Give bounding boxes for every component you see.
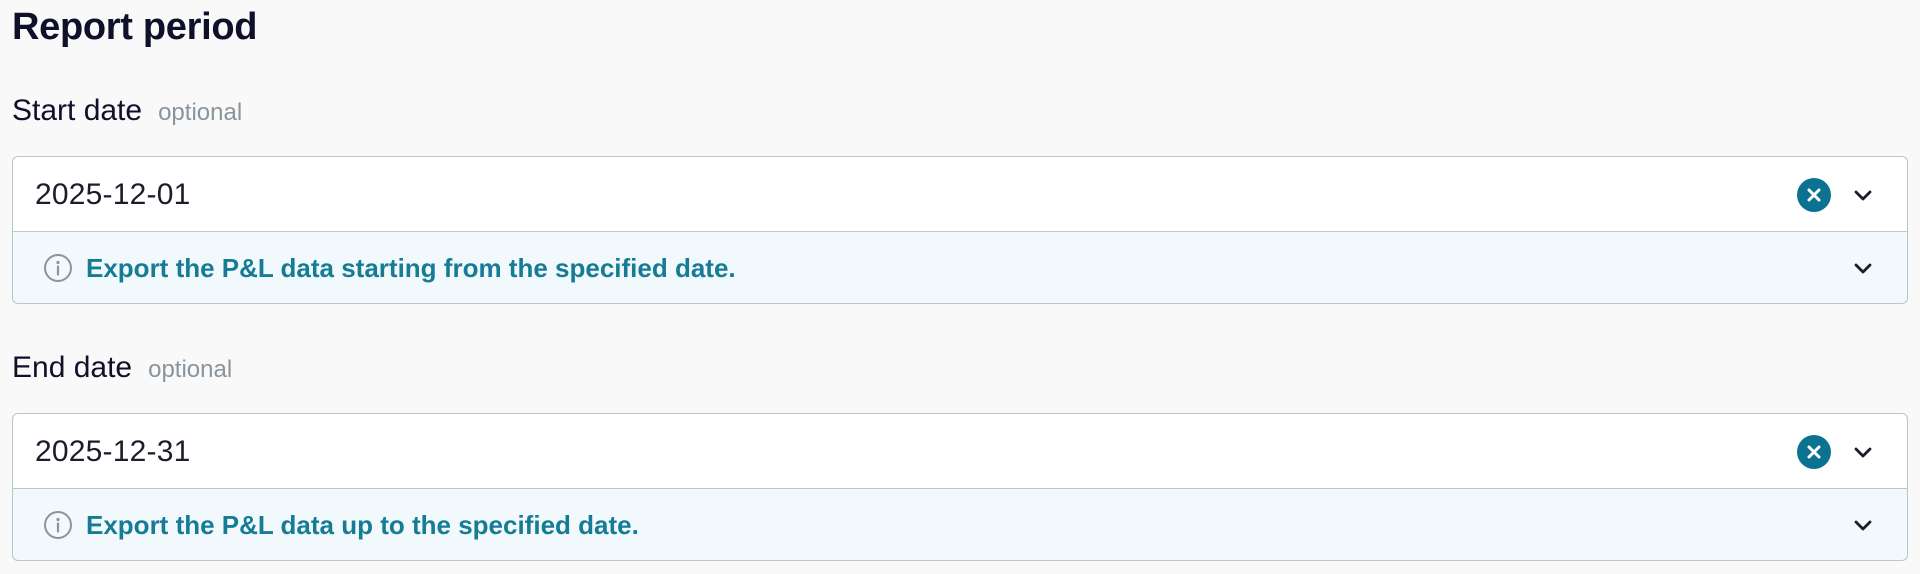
clear-circle-icon <box>1807 445 1821 459</box>
end-date-hint-expand-button[interactable] <box>1849 511 1877 539</box>
end-date-hint-text: Export the P&L data up to the specified … <box>86 510 639 540</box>
start-date-clear-button[interactable] <box>1797 178 1831 212</box>
start-date-label: Start date <box>12 94 143 127</box>
chevron-down-icon <box>1854 263 1872 274</box>
chevron-down-icon <box>1854 520 1872 531</box>
end-date-label: End date <box>12 351 133 384</box>
start-date-dropdown-button[interactable] <box>1849 181 1877 209</box>
end-date-dropdown-button[interactable] <box>1849 438 1877 466</box>
start-date-hint[interactable]: Export the P&L data starting from the sp… <box>12 232 1908 304</box>
info-icon <box>44 254 72 282</box>
end-date-label-row: End date optional <box>12 351 232 385</box>
info-icon <box>44 511 72 539</box>
chevron-down-icon <box>1854 447 1872 458</box>
start-date-select[interactable]: 2025-12-01 <box>12 156 1908 232</box>
start-date-label-row: Start date optional <box>12 94 242 128</box>
end-date-hint[interactable]: Export the P&L data up to the specified … <box>12 489 1908 561</box>
start-date-hint-expand-button[interactable] <box>1849 254 1877 282</box>
end-date-value[interactable]: 2025-12-31 <box>35 414 190 490</box>
end-date-select[interactable]: 2025-12-31 <box>12 413 1908 489</box>
chevron-down-icon <box>1854 190 1872 201</box>
clear-circle-icon <box>1807 188 1821 202</box>
end-date-optional-tag: optional <box>148 356 233 383</box>
start-date-value[interactable]: 2025-12-01 <box>35 157 190 233</box>
section-title: Report period <box>12 6 258 48</box>
start-date-hint-text: Export the P&L data starting from the sp… <box>86 253 736 283</box>
start-date-optional-tag: optional <box>158 99 243 126</box>
end-date-clear-button[interactable] <box>1797 435 1831 469</box>
